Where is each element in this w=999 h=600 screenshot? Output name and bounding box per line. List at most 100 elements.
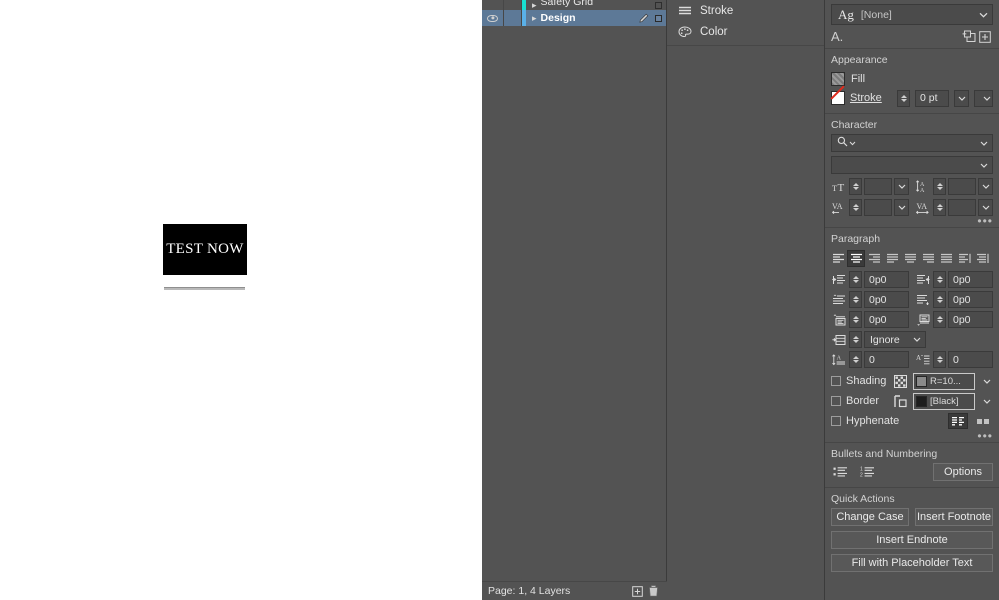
bullets-options-button[interactable]: Options xyxy=(933,463,993,481)
space-after-field[interactable]: 0p0 xyxy=(948,311,993,328)
kerning-stepper[interactable] xyxy=(849,199,862,216)
trash-icon[interactable] xyxy=(645,584,661,598)
character-more-options-icon[interactable]: ••• xyxy=(825,215,999,227)
drop-cap-lines-field[interactable]: 0 xyxy=(864,351,909,368)
right-indent-stepper[interactable] xyxy=(933,271,946,288)
align-to-grid-dropdown[interactable]: Ignore xyxy=(864,331,926,348)
layer-name-cell-design[interactable]: ▸ Design xyxy=(526,12,636,24)
document-canvas[interactable]: TEST NOW xyxy=(0,0,482,600)
shading-row[interactable]: Shading R=10... xyxy=(825,371,999,391)
chevron-down-icon[interactable] xyxy=(979,205,992,210)
stroke-weight-stepper[interactable] xyxy=(897,89,910,107)
layer-lock-toggle[interactable] xyxy=(504,0,522,10)
fill-swatch-icon[interactable] xyxy=(831,71,845,86)
paragraph-style-dropdown[interactable]: Ag [None] xyxy=(831,4,993,25)
chevron-right-icon[interactable]: ▸ xyxy=(532,13,537,23)
align-left-button[interactable] xyxy=(829,250,847,267)
space-before-stepper[interactable] xyxy=(849,311,862,328)
leading-field[interactable] xyxy=(948,178,976,195)
last-line-indent-field[interactable]: 0p0 xyxy=(948,291,993,308)
align-to-grid-stepper[interactable] xyxy=(849,331,862,348)
leading-stepper[interactable] xyxy=(933,178,946,195)
layer-target-icon-design[interactable] xyxy=(650,14,666,22)
layer-target-icon[interactable] xyxy=(650,1,666,9)
left-indent-stepper[interactable] xyxy=(849,271,862,288)
numbered-list-icon[interactable]: 1 2 xyxy=(858,464,877,481)
layer-row-design[interactable]: ▸ Design xyxy=(482,10,666,26)
text-frame[interactable]: TEST NOW xyxy=(163,224,247,275)
justify-center-button[interactable] xyxy=(901,250,919,267)
stroke-label[interactable]: Stroke xyxy=(850,92,892,104)
chevron-down-icon[interactable] xyxy=(980,379,993,384)
paragraph-more-options-icon[interactable]: ••• xyxy=(825,430,999,442)
left-indent-field[interactable]: 0p0 xyxy=(864,271,909,288)
drop-cap-chars-stepper[interactable] xyxy=(933,351,946,368)
balance-ragged-lines-icon[interactable] xyxy=(948,413,968,429)
align-away-spine-button[interactable] xyxy=(973,250,991,267)
span-columns-icon[interactable] xyxy=(973,413,993,429)
kerning-field[interactable] xyxy=(864,199,892,216)
change-case-button[interactable]: Change Case xyxy=(831,508,909,526)
border-options-icon[interactable] xyxy=(892,394,908,408)
chevron-down-icon[interactable] xyxy=(977,163,990,168)
horizontal-rule-object[interactable] xyxy=(164,287,245,290)
font-size-stepper[interactable] xyxy=(849,178,862,195)
first-line-indent-field[interactable]: 0p0 xyxy=(864,291,909,308)
fill-placeholder-text-button[interactable]: Fill with Placeholder Text xyxy=(831,554,993,572)
kerning-dropdown[interactable] xyxy=(894,199,909,216)
chevron-down-icon[interactable] xyxy=(977,12,990,18)
chevron-down-icon[interactable] xyxy=(910,337,923,342)
dock-item-stroke[interactable]: Stroke xyxy=(667,0,824,21)
first-line-indent-stepper[interactable] xyxy=(849,291,862,308)
shading-color-swatch[interactable]: R=10... xyxy=(913,372,975,390)
space-before-field[interactable]: 0p0 xyxy=(864,311,909,328)
layer-visibility-toggle[interactable] xyxy=(482,0,504,10)
chevron-down-icon[interactable] xyxy=(895,184,908,189)
insert-endnote-button[interactable]: Insert Endnote xyxy=(831,531,993,549)
hyphenate-checkbox[interactable] xyxy=(831,416,841,426)
new-layer-icon[interactable] xyxy=(629,584,645,598)
font-size-field[interactable] xyxy=(864,178,892,195)
align-toward-spine-button[interactable] xyxy=(955,250,973,267)
layer-lock-toggle-design[interactable] xyxy=(504,10,522,26)
right-indent-field[interactable]: 0p0 xyxy=(948,271,993,288)
justify-left-button[interactable] xyxy=(883,250,901,267)
chevron-down-icon[interactable] xyxy=(980,399,993,404)
border-color-swatch[interactable]: [Black] xyxy=(913,392,975,410)
border-row[interactable]: Border [Black] xyxy=(825,391,999,411)
shading-checkbox[interactable] xyxy=(831,376,841,386)
dock-item-color[interactable]: Color xyxy=(667,21,824,42)
font-family-dropdown[interactable] xyxy=(831,134,993,152)
font-style-dropdown[interactable] xyxy=(831,156,993,174)
layer-row[interactable]: ▸ Safety Grid xyxy=(482,0,666,10)
align-right-button[interactable] xyxy=(865,250,883,267)
fill-row[interactable]: Fill xyxy=(825,69,999,88)
drop-cap-chars-field[interactable]: 0 xyxy=(948,351,993,368)
chevron-down-icon[interactable] xyxy=(895,205,908,210)
hyphenate-row[interactable]: Hyphenate xyxy=(825,411,999,431)
chevron-down-icon[interactable] xyxy=(977,141,990,146)
stroke-type-dropdown[interactable] xyxy=(974,89,993,107)
justify-all-button[interactable] xyxy=(937,250,955,267)
insert-footnote-button[interactable]: Insert Footnote xyxy=(915,508,993,526)
justify-right-button[interactable] xyxy=(919,250,937,267)
last-line-indent-stepper[interactable] xyxy=(933,291,946,308)
stroke-weight-field[interactable]: 0 pt xyxy=(915,89,949,107)
drop-cap-lines-stepper[interactable] xyxy=(849,351,862,368)
new-style-icon[interactable] xyxy=(961,30,977,43)
font-size-dropdown[interactable] xyxy=(894,178,909,195)
bulleted-list-icon[interactable] xyxy=(831,464,850,481)
align-center-button[interactable] xyxy=(847,250,865,267)
stroke-weight-dropdown[interactable] xyxy=(954,89,969,107)
space-after-stepper[interactable] xyxy=(933,311,946,328)
border-checkbox[interactable] xyxy=(831,396,841,406)
stroke-row[interactable]: Stroke 0 pt xyxy=(825,88,999,108)
chevron-down-icon[interactable] xyxy=(980,96,993,101)
tracking-field[interactable] xyxy=(948,199,976,216)
chevron-right-icon[interactable]: ▸ xyxy=(532,0,537,10)
leading-dropdown[interactable] xyxy=(978,178,993,195)
shading-options-icon[interactable] xyxy=(892,374,908,388)
tracking-stepper[interactable] xyxy=(933,199,946,216)
stroke-swatch-none-icon[interactable] xyxy=(831,91,845,105)
add-item-icon[interactable] xyxy=(977,30,993,43)
